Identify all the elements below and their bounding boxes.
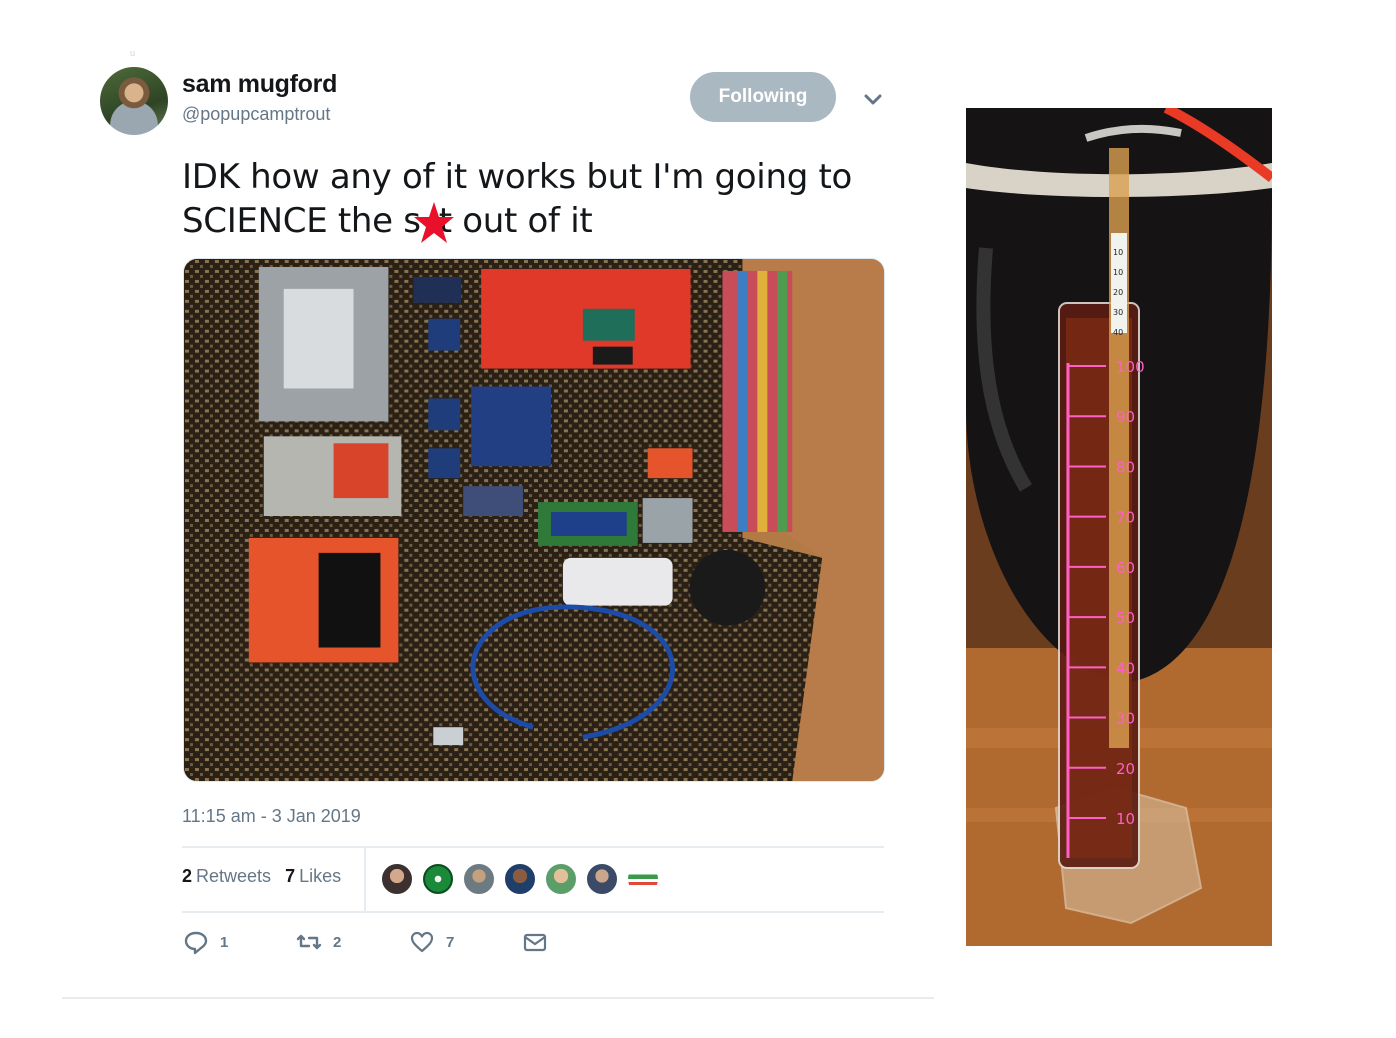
direct-message-button[interactable] bbox=[521, 928, 634, 956]
divider-stats bbox=[364, 848, 366, 912]
author-handle[interactable]: @popupcamptrout bbox=[182, 104, 330, 125]
liker-avatar[interactable] bbox=[503, 862, 537, 896]
tweet-timestamp[interactable]: 11:15 am - 3 Jan 2019 bbox=[182, 806, 361, 827]
retweet-icon bbox=[296, 934, 322, 950]
star-icon bbox=[414, 202, 454, 243]
photo-graduated-cylinder: 10 20 30 40 50 60 70 80 90 100 10 10 20 30 40 bbox=[966, 108, 1272, 946]
retweet-count: 2 bbox=[333, 933, 342, 951]
hydrometer-scale-label: 10 bbox=[1113, 248, 1123, 257]
hydrometer-scale-label: 10 bbox=[1113, 268, 1123, 277]
retweet-button[interactable]: 2 bbox=[295, 928, 408, 956]
tweet-text-line-1: IDK how any of it works but I'm going to bbox=[182, 157, 853, 197]
tweet-card: u sam mugford @popupcamptrout Following … bbox=[0, 0, 940, 1038]
liker-avatar[interactable] bbox=[421, 862, 455, 896]
divider-bottom bbox=[182, 911, 884, 913]
tweet-text: IDK how any of it works but I'm going to… bbox=[182, 155, 902, 243]
cylinder-scale-label: 50 bbox=[1116, 609, 1135, 627]
retweets-count: 2 bbox=[182, 866, 193, 886]
reply-count: 1 bbox=[220, 933, 229, 951]
reply-icon bbox=[184, 931, 208, 955]
like-button[interactable]: 7 bbox=[408, 928, 521, 956]
likes-label: Likes bbox=[299, 866, 342, 886]
liker-avatar[interactable] bbox=[462, 862, 496, 896]
like-count: 7 bbox=[446, 933, 455, 951]
heart-icon bbox=[410, 931, 434, 953]
hydrometer-scale-label: 40 bbox=[1113, 328, 1123, 337]
tweet-bottom-border bbox=[62, 997, 934, 999]
liker-avatar[interactable] bbox=[585, 862, 619, 896]
cylinder-scale-label: 90 bbox=[1116, 408, 1135, 426]
chevron-down-icon bbox=[864, 94, 882, 105]
tweet-text-line-2: SCIENCE the s t out of it bbox=[182, 199, 902, 243]
cylinder-scale-label: 70 bbox=[1116, 509, 1135, 527]
hydrometer-scale-label: 30 bbox=[1113, 308, 1123, 317]
tweet-text-line-2-start: SCIENCE the s bbox=[182, 201, 421, 241]
decorative-mark: u bbox=[130, 48, 136, 58]
divider-top bbox=[182, 846, 884, 848]
author-name[interactable]: sam mugford bbox=[182, 70, 337, 99]
cylinder-scale-label: 60 bbox=[1116, 559, 1135, 577]
author-avatar[interactable] bbox=[100, 67, 168, 135]
likes-count: 7 bbox=[285, 866, 296, 886]
liker-avatar[interactable] bbox=[544, 862, 578, 896]
more-options-button[interactable] bbox=[858, 84, 888, 114]
envelope-icon bbox=[523, 933, 547, 952]
liker-avatar[interactable] bbox=[626, 862, 660, 896]
retweets-stat[interactable]: 2 Retweets bbox=[182, 866, 271, 887]
cylinder-scale-label: 30 bbox=[1116, 710, 1135, 728]
hydrometer-scale-label: 20 bbox=[1113, 288, 1123, 297]
liker-avatar[interactable] bbox=[380, 862, 414, 896]
cylinder-scale-label: 40 bbox=[1116, 659, 1135, 677]
engagement-stats: 2 Retweets 7 Likes bbox=[182, 866, 341, 887]
likes-stat[interactable]: 7 Likes bbox=[285, 866, 341, 887]
tweet-actions: 1 2 7 bbox=[182, 928, 634, 956]
cylinder-scale-label: 100 bbox=[1116, 358, 1145, 376]
retweets-label: Retweets bbox=[196, 866, 272, 886]
cylinder-scale-label: 10 bbox=[1116, 810, 1135, 828]
tweet-image-electronics[interactable] bbox=[183, 258, 885, 782]
reply-button[interactable]: 1 bbox=[182, 928, 295, 956]
tweet-text-line-2-end: t out of it bbox=[438, 201, 593, 241]
liker-avatars bbox=[380, 862, 660, 896]
following-button[interactable]: Following bbox=[690, 72, 836, 122]
cylinder-scale-label: 20 bbox=[1116, 760, 1135, 778]
cylinder-scale-label: 80 bbox=[1116, 458, 1135, 476]
